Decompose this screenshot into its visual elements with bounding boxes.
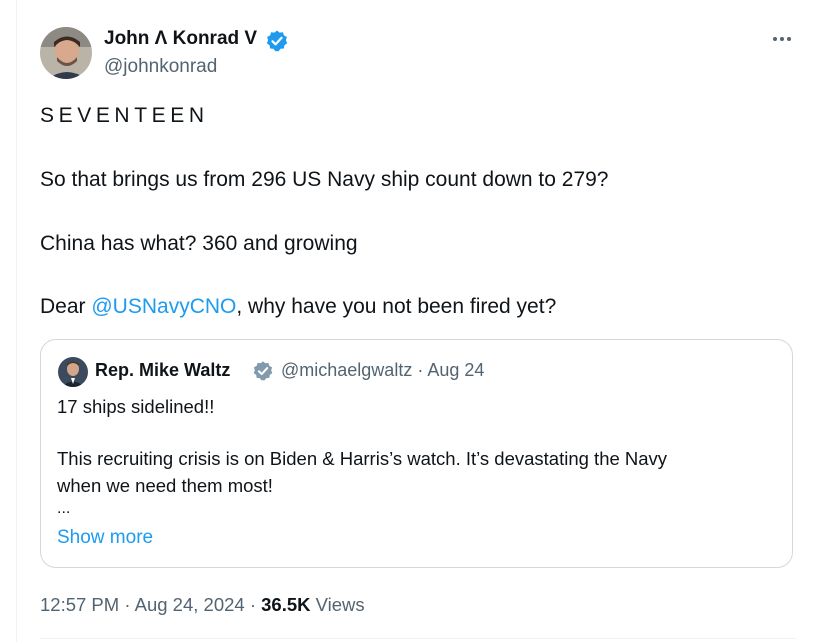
quoted-author-avatar[interactable]: [58, 357, 88, 387]
quoted-author-handle[interactable]: @michaelgwaltz: [281, 360, 412, 380]
tweet-footer: 12:57 PM · Aug 24, 2024 · 36.5K Views: [40, 594, 365, 616]
quoted-text-line: when we need them most!: [57, 475, 273, 496]
quoted-tweet-card[interactable]: Rep. Mike Waltz @michaelgwaltz · Aug 24 …: [40, 339, 793, 568]
bottom-divider: [40, 638, 796, 639]
tweet-time[interactable]: 12:57 PM: [40, 594, 119, 615]
quoted-text-ellipsis: ...: [57, 500, 71, 517]
quoted-author-name[interactable]: Rep. Mike Waltz: [95, 360, 230, 381]
author-name[interactable]: John Λ Konrad V: [104, 28, 257, 50]
quoted-text-line: This recruiting crisis is on Biden & Har…: [57, 448, 668, 469]
footer-separator: ·: [119, 594, 135, 615]
quoted-meta: @michaelgwaltz · Aug 24: [281, 360, 484, 381]
quoted-date[interactable]: Aug 24: [427, 360, 484, 380]
left-divider: [16, 0, 17, 642]
verified-badge-icon: [265, 29, 289, 53]
views-count[interactable]: 36.5K: [261, 594, 310, 615]
tweet-date[interactable]: Aug 24, 2024: [135, 594, 245, 615]
author-handle[interactable]: @johnkonrad: [104, 56, 217, 78]
tweet-text-line: China has what? 360 and growing: [40, 232, 358, 255]
quoted-text-line: 17 ships sidelined!!: [57, 396, 215, 417]
views-label: Views: [315, 594, 365, 615]
footer-separator: ·: [244, 594, 262, 615]
more-horizontal-icon[interactable]: [768, 30, 796, 48]
tweet-text-line: SEVENTEEN: [40, 104, 209, 127]
show-more-link[interactable]: Show more: [57, 527, 153, 549]
tweet-text-suffix: , why have you not been fired yet?: [236, 295, 557, 318]
author-avatar[interactable]: [40, 27, 92, 79]
tweet-text-prefix: Dear: [40, 295, 92, 318]
meta-separator: ·: [412, 360, 428, 380]
tweet-text-line: So that brings us from 296 US Navy ship …: [40, 168, 609, 191]
mention-link[interactable]: @USNavyCNO: [91, 295, 236, 318]
tweet-text-line: Dear @USNavyCNO, why have you not been f…: [40, 295, 556, 319]
verified-badge-icon: [252, 360, 274, 382]
